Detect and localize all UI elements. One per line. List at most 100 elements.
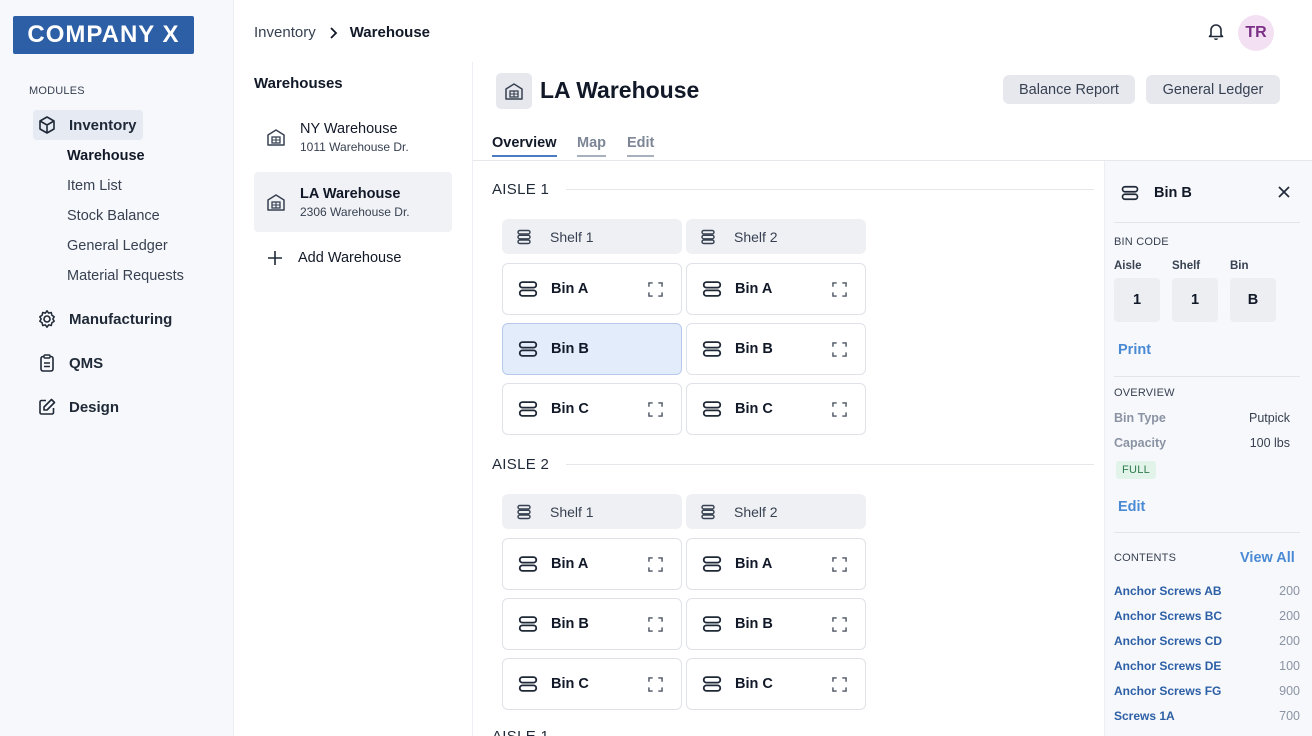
- bin-label: Bin B: [735, 341, 773, 357]
- bin-card[interactable]: Bin C: [502, 383, 682, 435]
- nav-item-label: Manufacturing: [69, 310, 173, 328]
- subnav-general-ledger[interactable]: General Ledger: [67, 238, 168, 254]
- content-item-name[interactable]: Anchor Screws FG: [1114, 684, 1221, 698]
- close-icon[interactable]: [1276, 184, 1292, 200]
- expand-icon[interactable]: [832, 342, 847, 357]
- expand-icon[interactable]: [832, 402, 847, 417]
- expand-icon[interactable]: [832, 677, 847, 692]
- warehouse-item-ny[interactable]: NY Warehouse 1011 Warehouse Dr.: [254, 107, 452, 167]
- expand-icon[interactable]: [648, 677, 663, 692]
- shelf-icon: [700, 504, 716, 520]
- content-item-qty: 200: [1279, 584, 1300, 598]
- bin-icon: [701, 553, 723, 575]
- shelf-icon: [516, 229, 532, 245]
- aisle-label: AISLE 1: [492, 181, 550, 198]
- warehouse-icon: [266, 127, 286, 147]
- shelf-header[interactable]: Shelf 2: [686, 494, 866, 529]
- content-item-name[interactable]: Screws 1A: [1114, 709, 1175, 723]
- bin-icon: [517, 673, 539, 695]
- warehouse-list-panel: Warehouses NY Warehouse 1011 Warehouse D…: [234, 62, 473, 736]
- bin-label: Bin A: [735, 556, 773, 572]
- bin-label: Bin B: [735, 616, 773, 632]
- warehouse-item-la[interactable]: LA Warehouse 2306 Warehouse Dr.: [254, 172, 452, 232]
- bin-label: Bin C: [551, 676, 589, 692]
- page-title: LA Warehouse: [540, 77, 700, 103]
- expand-icon[interactable]: [832, 557, 847, 572]
- nav-item-qms[interactable]: QMS: [33, 348, 109, 378]
- expand-icon[interactable]: [648, 557, 663, 572]
- warehouse-icon: [266, 192, 286, 212]
- bin-icon: [701, 278, 723, 300]
- content-item-name[interactable]: Anchor Screws BC: [1114, 609, 1222, 623]
- nav-item-manufacturing[interactable]: Manufacturing: [33, 304, 178, 334]
- bin-type-label: Bin Type: [1114, 411, 1166, 425]
- aisle-divider: [566, 189, 1094, 190]
- edit-square-icon: [39, 398, 56, 415]
- bin-card[interactable]: Bin C: [686, 658, 866, 710]
- view-all-link[interactable]: View All: [1240, 550, 1295, 566]
- bin-card[interactable]: Bin C: [686, 383, 866, 435]
- shelf-label: Shelf 1: [550, 503, 594, 520]
- bin-icon: [701, 338, 723, 360]
- gear-icon: [39, 310, 55, 328]
- shelf-label: Shelf 2: [734, 503, 778, 520]
- bin-label: Bin C: [735, 676, 773, 692]
- bin-card-selected[interactable]: Bin B: [502, 323, 682, 375]
- bin-label: Bin B: [551, 341, 589, 357]
- bin-icon: [1120, 183, 1140, 203]
- shelf-header[interactable]: Shelf 1: [502, 219, 682, 254]
- nav-item-inventory[interactable]: Inventory: [33, 110, 143, 140]
- expand-icon[interactable]: [648, 617, 663, 632]
- bin-icon: [701, 398, 723, 420]
- capacity-value: 100 lbs: [1249, 436, 1290, 450]
- bin-card[interactable]: Bin A: [686, 538, 866, 590]
- avatar[interactable]: TR: [1238, 15, 1274, 51]
- clipboard-icon: [40, 354, 54, 372]
- tab-edit[interactable]: Edit: [627, 135, 655, 157]
- code-aisle-label: Aisle: [1114, 260, 1142, 272]
- bin-card[interactable]: Bin C: [502, 658, 682, 710]
- subnav-item-list[interactable]: Item List: [67, 178, 122, 194]
- bin-card[interactable]: Bin A: [502, 263, 682, 315]
- company-logo[interactable]: COMPANY X: [13, 16, 194, 54]
- shelf-label: Shelf 2: [734, 228, 778, 245]
- breadcrumb-parent[interactable]: Inventory: [254, 24, 316, 41]
- tab-overview[interactable]: Overview: [492, 135, 557, 157]
- bin-code-label: BIN CODE: [1114, 236, 1169, 248]
- breadcrumb: Inventory Warehouse: [254, 24, 430, 41]
- bin-icon: [517, 278, 539, 300]
- nav-item-design[interactable]: Design: [33, 392, 125, 422]
- bin-card[interactable]: Bin B: [686, 598, 866, 650]
- bin-label: Bin B: [551, 616, 589, 632]
- subnav-warehouse[interactable]: Warehouse: [67, 148, 145, 164]
- content-item-qty: 900: [1279, 684, 1300, 698]
- tab-map[interactable]: Map: [577, 135, 606, 157]
- bin-card[interactable]: Bin B: [502, 598, 682, 650]
- cube-icon: [39, 116, 55, 134]
- bin-icon: [517, 553, 539, 575]
- content-item-name[interactable]: Anchor Screws DE: [1114, 659, 1221, 673]
- shelf-header[interactable]: Shelf 1: [502, 494, 682, 529]
- expand-icon[interactable]: [648, 282, 663, 297]
- subnav-material-requests[interactable]: Material Requests: [67, 268, 184, 284]
- bell-icon[interactable]: [1206, 21, 1226, 41]
- bin-card[interactable]: Bin A: [686, 263, 866, 315]
- shelf-header[interactable]: Shelf 2: [686, 219, 866, 254]
- print-button[interactable]: Print: [1118, 342, 1151, 358]
- content-item-qty: 700: [1279, 709, 1300, 723]
- expand-icon[interactable]: [648, 402, 663, 417]
- plus-icon: [268, 251, 282, 265]
- bin-card[interactable]: Bin B: [686, 323, 866, 375]
- content-item-name[interactable]: Anchor Screws CD: [1114, 634, 1222, 648]
- contents-label: CONTENTS: [1114, 552, 1177, 564]
- subnav-stock-balance[interactable]: Stock Balance: [67, 208, 160, 224]
- edit-bin-button[interactable]: Edit: [1118, 499, 1145, 515]
- general-ledger-button[interactable]: General Ledger: [1146, 75, 1280, 104]
- balance-report-button[interactable]: Balance Report: [1003, 75, 1135, 104]
- content-item-name[interactable]: Anchor Screws AB: [1114, 584, 1222, 598]
- expand-icon[interactable]: [832, 617, 847, 632]
- add-warehouse-button[interactable]: Add Warehouse: [266, 249, 401, 267]
- expand-icon[interactable]: [832, 282, 847, 297]
- content-item-qty: 200: [1279, 609, 1300, 623]
- bin-card[interactable]: Bin A: [502, 538, 682, 590]
